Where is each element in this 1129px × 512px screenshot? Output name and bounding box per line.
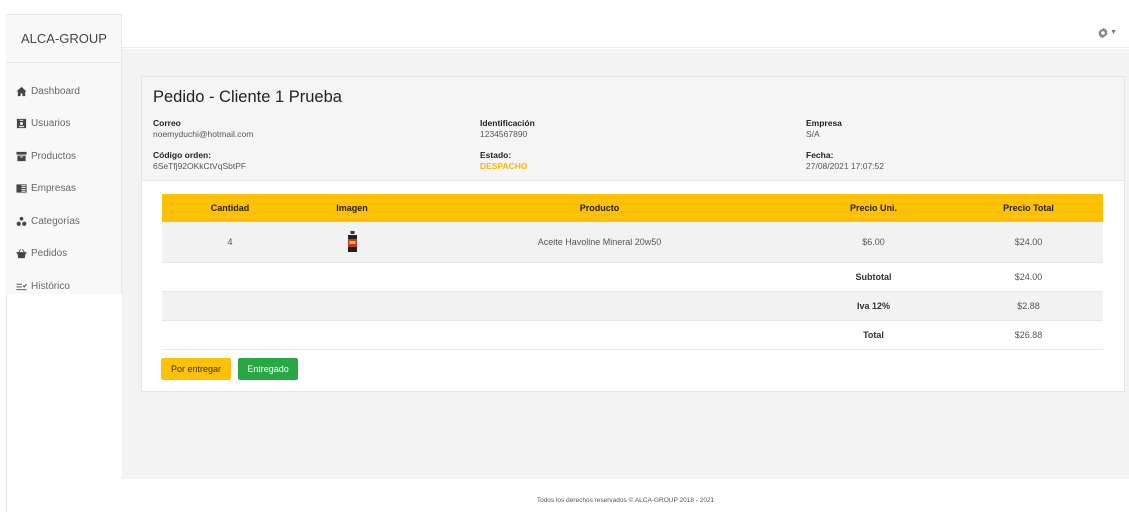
iva-label: Iva 12% — [793, 291, 954, 321]
building-icon — [15, 183, 27, 195]
iva-row: Iva 12% $2.88 — [162, 291, 1103, 321]
fecha-block: Fecha: 27/08/2021 17:07:52 — [806, 150, 884, 172]
column-header-precio-total: Precio Total — [954, 194, 1103, 222]
total-label: Total — [793, 320, 954, 350]
iva-value: $2.88 — [954, 291, 1103, 321]
footer-text: Todos los derechos reservados © ALCA-GRO… — [536, 497, 715, 504]
categories-icon — [15, 215, 27, 227]
table-row: 4 Aceite Havoline Mineral 20w50 $6.00 $2… — [162, 222, 1103, 263]
empresa-block: Empresa S/A — [806, 118, 842, 140]
sidebar-item-usuarios[interactable]: Usuarios — [6, 108, 122, 141]
home-icon — [15, 85, 27, 97]
sidebar: ALCA-GROUP Dashboard Usuarios Productos … — [6, 14, 122, 294]
correo-value: noemyduchi@hotmail.com — [153, 129, 254, 139]
total-value: $26.88 — [954, 320, 1103, 350]
por-entregar-button[interactable]: Por entregar — [161, 358, 231, 380]
sidebar-item-label: Dashboard — [31, 85, 80, 97]
estado-label: Estado: — [480, 150, 512, 160]
column-header-imagen: Imagen — [298, 194, 406, 222]
fecha-value: 27/08/2021 17:07:52 — [806, 161, 884, 171]
sidebar-item-historico[interactable]: Histórico — [6, 270, 122, 303]
fecha-label: Fecha: — [806, 150, 834, 160]
cell-precio-total: $24.00 — [954, 222, 1103, 263]
page-title: Pedido - Cliente 1 Prueba — [153, 88, 342, 106]
sidebar-item-dashboard[interactable]: Dashboard — [6, 75, 122, 108]
column-header-producto: Producto — [406, 194, 793, 222]
order-header: Pedido - Cliente 1 Prueba Correo noemydu… — [142, 77, 1124, 181]
sidebar-item-label: Empresas — [31, 183, 77, 195]
top-bar: ▼ — [122, 14, 1129, 48]
cell-imagen — [298, 222, 406, 263]
sidebar-item-empresas[interactable]: Empresas — [6, 173, 122, 206]
order-items-table: Cantidad Imagen Producto Precio Uni. Pre… — [162, 194, 1103, 350]
empresa-label: Empresa — [806, 118, 842, 128]
product-thumbnail — [347, 230, 358, 253]
correo-label: Correo — [153, 118, 181, 128]
entregado-button[interactable]: Entregado — [238, 358, 298, 380]
codigo-label: Código orden: — [153, 150, 212, 160]
codigo-block: Código orden: 6SeTfj92OKkCtVqSbtPF — [153, 150, 246, 172]
sidebar-item-label: Categorías — [31, 215, 80, 227]
cell-precio-uni: $6.00 — [793, 222, 954, 263]
sidebar-item-label: Histórico — [31, 280, 70, 292]
estado-block: Estado: DESPACHO — [480, 150, 528, 172]
settings-dropdown[interactable]: ▼ — [1097, 24, 1117, 39]
column-header-precio-uni: Precio Uni. — [793, 194, 954, 222]
codigo-value: 6SeTfj92OKkCtVqSbtPF — [153, 161, 247, 171]
sidebar-nav: Dashboard Usuarios Productos Empresas Ca… — [6, 75, 122, 303]
brand-logo[interactable]: ALCA-GROUP — [6, 15, 122, 63]
basket-icon — [15, 248, 27, 260]
gear-icon — [1098, 27, 1108, 39]
user-card-icon — [15, 118, 27, 130]
total-row: Total $26.88 — [162, 320, 1103, 350]
empresa-value: S/A — [806, 129, 820, 139]
correo-block: Correo noemyduchi@hotmail.com — [153, 118, 253, 140]
identificacion-value: 1234567890 — [480, 129, 528, 139]
subtotal-value: $24.00 — [954, 262, 1103, 292]
sidebar-item-pedidos[interactable]: Pedidos — [6, 238, 122, 271]
chevron-down-icon: ▼ — [1110, 29, 1117, 37]
identificacion-label: Identificación — [480, 118, 535, 128]
history-icon — [15, 280, 27, 292]
subtotal-row: Subtotal $24.00 — [162, 262, 1103, 292]
archive-icon — [15, 150, 27, 162]
sidebar-item-label: Pedidos — [31, 248, 68, 260]
subtotal-label: Subtotal — [793, 262, 954, 292]
identificacion-block: Identificación 1234567890 — [480, 118, 535, 140]
sidebar-item-label: Usuarios — [31, 118, 71, 130]
cell-cantidad: 4 — [162, 222, 298, 263]
sidebar-item-categorias[interactable]: Categorías — [6, 205, 122, 238]
sidebar-item-label: Productos — [31, 150, 77, 162]
status-badge: DESPACHO — [480, 161, 528, 171]
sidebar-item-productos[interactable]: Productos — [6, 140, 122, 173]
cell-producto: Aceite Havoline Mineral 20w50 — [406, 222, 793, 263]
column-header-cantidad: Cantidad — [162, 194, 298, 222]
